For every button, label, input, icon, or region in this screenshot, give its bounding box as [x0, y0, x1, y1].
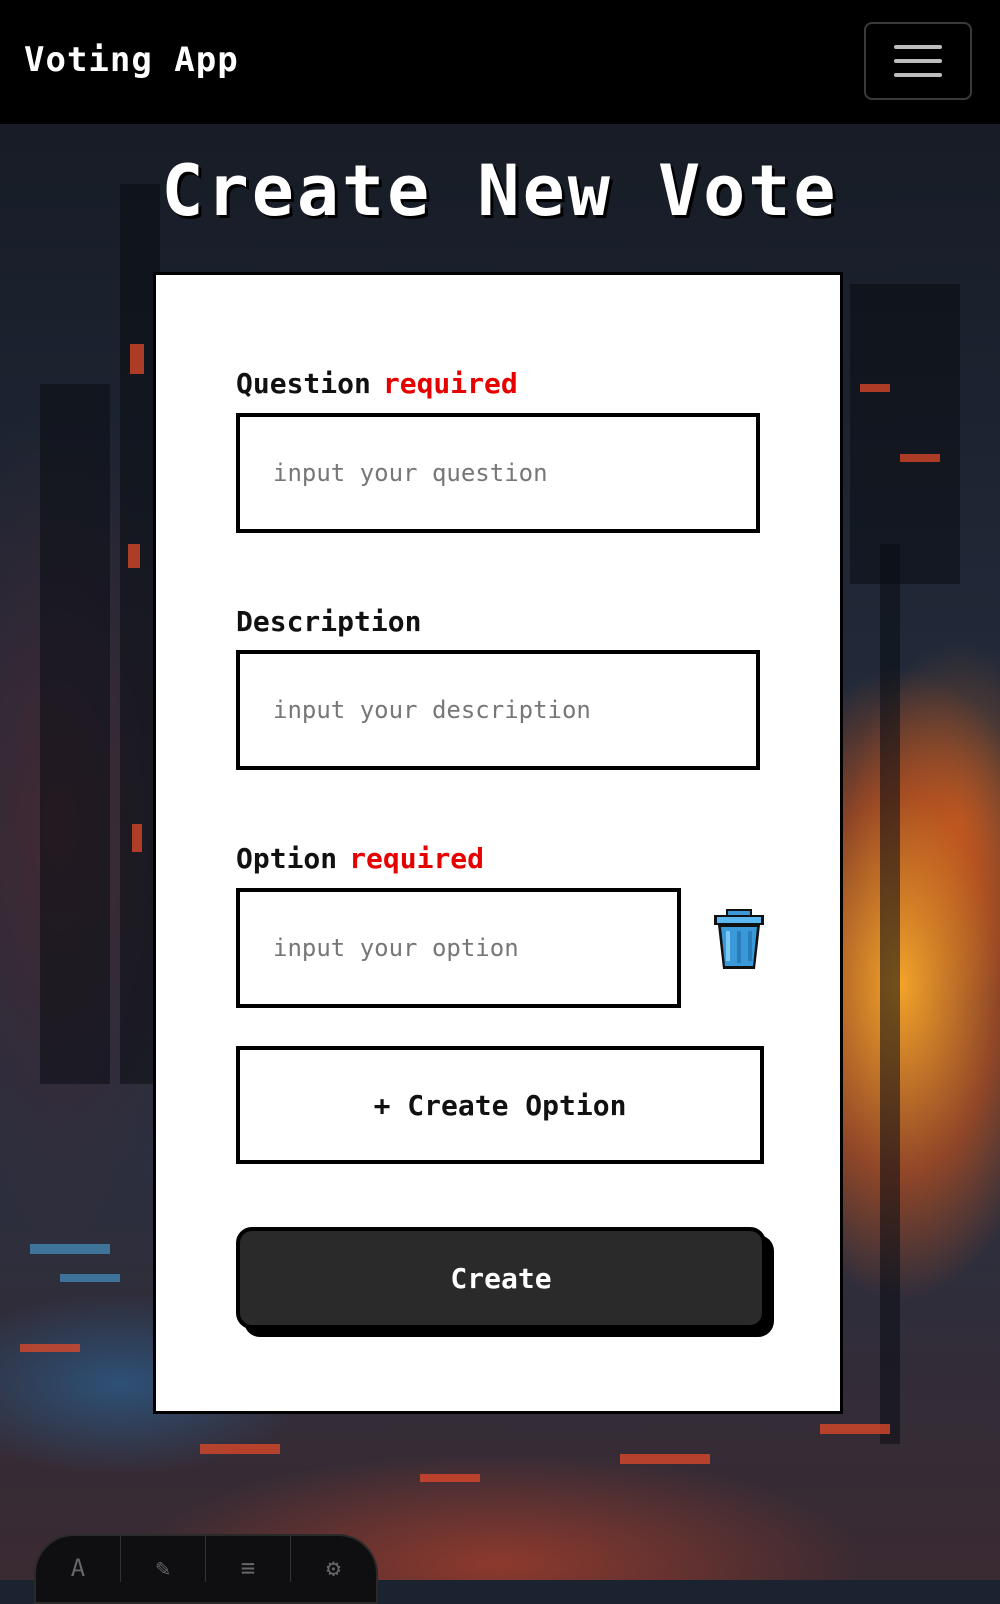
- question-label-text: Question: [236, 367, 371, 400]
- option-label-text: Option: [236, 842, 338, 875]
- question-label: Question required: [236, 367, 518, 400]
- delete-option-button[interactable]: [712, 909, 766, 971]
- create-vote-button[interactable]: Create: [236, 1227, 766, 1329]
- navbar: Voting App: [0, 0, 1000, 124]
- brush-icon[interactable]: ✎: [121, 1536, 206, 1582]
- question-input[interactable]: [236, 413, 760, 533]
- menu-toggle-button[interactable]: [864, 22, 972, 100]
- description-label-text: Description: [236, 605, 422, 638]
- description-label: Description: [236, 605, 421, 638]
- required-badge: required: [349, 842, 485, 875]
- description-input[interactable]: [236, 650, 760, 770]
- required-badge: required: [382, 367, 518, 400]
- text-icon[interactable]: A: [36, 1536, 121, 1582]
- hamburger-menu-icon: [894, 59, 942, 63]
- create-option-button[interactable]: + Create Option: [236, 1046, 764, 1164]
- option-label: Option required: [236, 842, 484, 875]
- notes-icon[interactable]: ≡: [206, 1536, 291, 1582]
- create-vote-form: Question required Description Option requi…: [153, 272, 843, 1414]
- option-input[interactable]: [236, 888, 681, 1008]
- page-title: Create New Vote: [161, 150, 839, 232]
- trash-icon: [714, 909, 764, 969]
- app-brand[interactable]: Voting App: [24, 40, 239, 80]
- hamburger-menu-icon: [894, 73, 942, 77]
- bottom-toolbar: A ✎ ≡ ⚙: [34, 1534, 378, 1604]
- hamburger-menu-icon: [894, 45, 942, 49]
- settings-icon[interactable]: ⚙: [291, 1536, 376, 1582]
